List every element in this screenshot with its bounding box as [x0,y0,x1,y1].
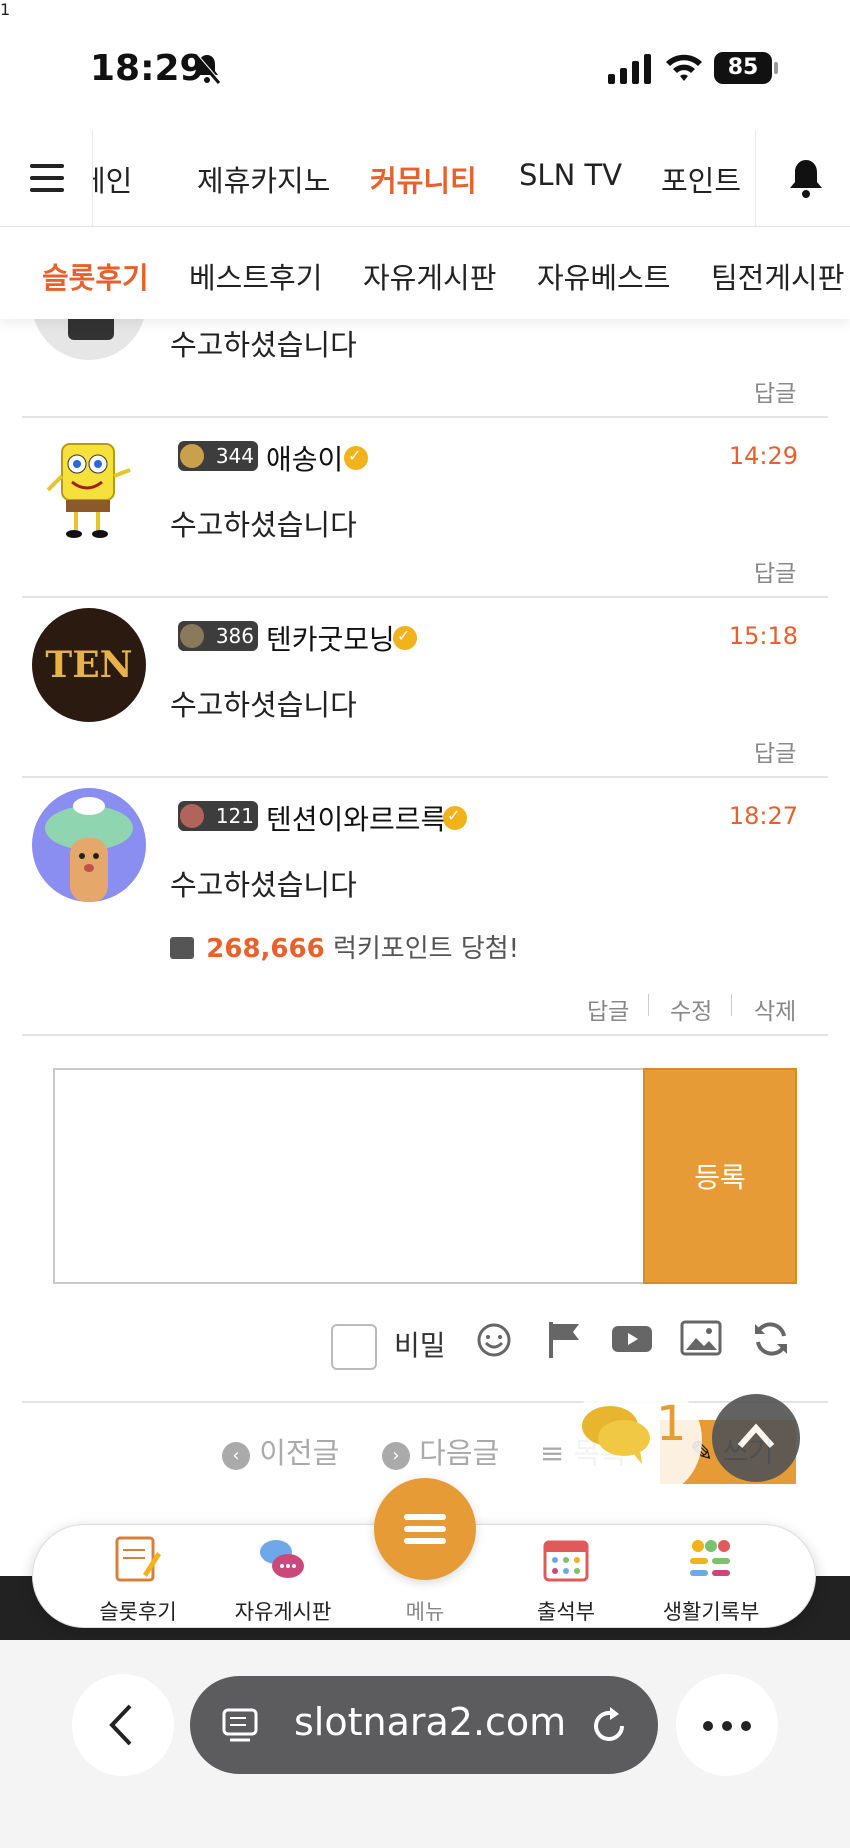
reply-link[interactable]: 답글 [587,992,629,1026]
bottom-menu-free-board[interactable]: 자유게시판 [228,1596,338,1626]
comment-text: 수고하셨습니다 [170,508,357,542]
lucky-point-notice: 268,666 럭키포인트 당첨! [170,928,519,965]
reply-link[interactable]: 답글 [754,374,796,408]
chevron-left-icon: ‹ [222,1442,250,1470]
verified-icon [443,806,467,830]
tabs-icon [222,1708,258,1742]
comment-text: 수고하셨습니다 [170,868,357,902]
delete-link[interactable]: 삭제 [754,992,796,1026]
link-separator [648,994,649,1016]
comment-divider [22,416,828,418]
review-icon [115,1536,161,1582]
tab-free-best[interactable]: 자유베스트 [537,255,670,297]
refresh-icon[interactable] [752,1320,790,1358]
reload-icon[interactable] [588,1704,630,1746]
prev-post-link[interactable]: ‹ 이전글 [222,1430,339,1472]
more-dots-icon [703,1721,751,1731]
comment-nickname[interactable]: 텐카굿모닝 [266,618,395,658]
next-post-link[interactable]: › 다음글 [382,1430,499,1472]
level-badge: 344 [178,441,258,471]
avatar: TEN [32,608,146,722]
tab-best-review[interactable]: 베스트후기 [189,255,322,297]
reply-link[interactable]: 답글 [754,734,796,768]
comment-time: 15:18 [728,622,798,650]
more-options-button[interactable] [676,1674,778,1776]
chevron-right-icon: › [382,1442,410,1470]
edit-link[interactable]: 수정 [670,992,712,1026]
submit-comment-button[interactable]: 등록 [643,1068,797,1284]
url-text: slotnara2.com [294,1700,567,1744]
flag-icon[interactable] [546,1320,582,1360]
menu-center-button[interactable] [374,1478,476,1580]
comment-time: 18:27 [728,802,798,830]
chevron-left-icon [109,1704,132,1746]
tab-slot-review[interactable]: 슬롯후기 [42,255,149,297]
comment-divider [22,596,828,598]
avatar [32,788,146,902]
lucky-text: 럭키포인트 당첨! [332,934,520,964]
comment-divider [22,1034,828,1036]
youtube-icon[interactable] [612,1322,652,1356]
level-badge: 121 [178,801,258,831]
board-tabs: 슬롯후기 베스트후기 자유게시판 자유베스트 팀전게시판 [0,227,850,319]
chat-icon [582,1406,650,1464]
chevron-up-icon [737,1423,775,1448]
comment-divider [22,776,828,778]
chat-count: 1 [656,1396,687,1452]
tab-team-board[interactable]: 팀전게시판 [711,255,844,297]
verified-icon [344,446,368,470]
emoji-icon[interactable] [476,1322,512,1358]
bottom-menu-life-record[interactable]: 생활기록부 [656,1596,766,1626]
avatar [32,430,146,544]
calendar-icon [543,1540,589,1582]
link-separator [731,994,732,1016]
level-badge: 386 [178,621,258,651]
tab-free-board[interactable]: 자유게시판 [363,255,496,297]
back-button[interactable] [72,1674,174,1776]
list-icon: ≡ [540,1436,565,1470]
secret-label: 비밀 [394,1329,446,1362]
image-icon[interactable] [680,1320,722,1356]
section-divider [22,1401,828,1403]
lucky-amount: 268,666 [206,934,325,964]
bottom-menu-attendance[interactable]: 출석부 [520,1596,612,1626]
comment-nickname[interactable]: 텐션이와르르륵 [266,798,446,838]
comment-nickname[interactable]: 애송이 [266,438,343,478]
free-board-icon [260,1540,304,1578]
life-record-icon [690,1540,730,1576]
bottom-menu-label[interactable]: 메뉴 [395,1596,455,1626]
reply-link[interactable]: 답글 [754,554,796,588]
gift-icon [170,937,194,959]
comment-text: 수고하셧습니다 [170,688,357,722]
verified-icon [393,626,417,650]
secret-checkbox[interactable] [331,1324,377,1370]
bottom-menu-slot-review[interactable]: 슬롯후기 [92,1596,184,1626]
comment-time: 14:29 [728,442,798,470]
comment-text: 수고하셨습니다 [170,328,357,362]
scroll-top-button[interactable] [712,1394,800,1482]
